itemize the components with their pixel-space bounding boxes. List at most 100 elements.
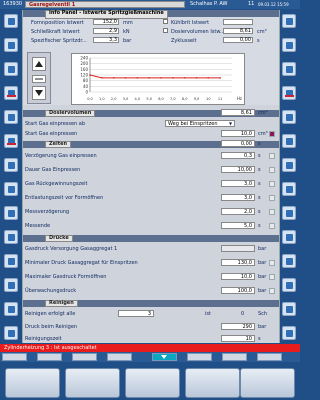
recipe-icon-button[interactable]: [282, 134, 296, 148]
function-key-4[interactable]: [107, 353, 132, 361]
cleaning-interval-input[interactable]: 3: [118, 310, 154, 317]
line-icon[interactable]: [32, 75, 46, 83]
alarm-status-bar[interactable]: Zylinderheizung 3 : Ist ausgeschaltet: [0, 344, 300, 352]
function-key-8[interactable]: [257, 353, 282, 361]
softkey-1[interactable]: [5, 368, 60, 398]
start-value-input[interactable]: 10,0: [221, 130, 255, 137]
info-checkbox[interactable]: [163, 28, 168, 33]
chevron-down-icon[interactable]: ▼: [229, 121, 232, 126]
network-icon-button[interactable]: [282, 230, 296, 244]
row-value-input[interactable]: 290: [221, 323, 255, 330]
info-checkbox[interactable]: [163, 19, 168, 24]
injection-icon-button[interactable]: [4, 86, 18, 100]
save-icon-button[interactable]: [282, 278, 296, 292]
row-label: Messende: [25, 223, 51, 229]
settings-icon-button[interactable]: [4, 302, 18, 316]
info-icon-button[interactable]: [282, 302, 296, 316]
status-flag: [269, 195, 275, 201]
quality-icon-button[interactable]: [4, 206, 18, 220]
x-tick-label: 4,0: [135, 97, 141, 101]
heating-icon-button[interactable]: [4, 110, 18, 124]
row-unit: s: [258, 195, 261, 201]
ist-value: 0: [241, 311, 245, 317]
row-value-input[interactable]: 0,3: [221, 152, 255, 159]
alarm-icon-button[interactable]: [282, 86, 296, 100]
row-label: Messverzögerung: [25, 209, 70, 215]
function-key-7[interactable]: [222, 353, 247, 361]
info-unit: kN: [123, 29, 130, 35]
info-cb-label: Kühlbrit Istwert: [171, 20, 210, 26]
softkey-5[interactable]: [240, 368, 295, 398]
x-tick-label: 2,0: [111, 97, 117, 101]
gas-profile-chart: 240 200 160 120 80 40 0 0,0 1,0 2,0 3,0 4,0 5,0 6,0 7,…: [71, 53, 245, 105]
log-icon-button[interactable]: [282, 182, 296, 196]
row-unit: Sch: [258, 311, 268, 317]
row-value-input[interactable]: 100,0: [221, 287, 255, 294]
row-label: Druck beim Reinigen: [25, 324, 78, 330]
page-icon-button[interactable]: [282, 62, 296, 76]
function-key-2[interactable]: [37, 353, 62, 361]
screw-icon-button[interactable]: [4, 158, 18, 172]
row-value-input[interactable]: 10,00: [221, 166, 255, 173]
x-unit-label: Hz: [237, 96, 242, 101]
softkey-3[interactable]: [125, 368, 180, 398]
trend-icon-button[interactable]: [282, 110, 296, 124]
row-label: Start Gas einpressen: [25, 131, 78, 137]
datetime: 09.03.12 15:59: [258, 2, 289, 7]
row-unit: s: [258, 167, 261, 173]
row-value-input[interactable]: 2,0: [221, 208, 255, 215]
user-icon-button[interactable]: [282, 206, 296, 220]
info-value: 3,3: [93, 37, 119, 43]
main-panel: Info Panel - Istwerte Spritzgießmaschine…: [22, 10, 280, 343]
overview-icon-button[interactable]: [282, 38, 296, 52]
help-icon-button[interactable]: [4, 326, 18, 340]
ejector-icon-button[interactable]: [4, 62, 18, 76]
production-icon-button[interactable]: [282, 158, 296, 172]
section-header-druecke: Drücke: [23, 235, 279, 242]
home-icon-button[interactable]: [282, 14, 296, 28]
arrow-down-icon[interactable]: [32, 86, 46, 100]
zeiten-unit: s: [258, 141, 261, 147]
zeiten-row: Dauer Gas Einpressen 10,00 s: [23, 165, 279, 175]
right-toolbar: [278, 10, 300, 345]
function-key-3[interactable]: [72, 353, 97, 361]
info-label: Schließkraft Istwert: [31, 29, 80, 35]
temperature-icon-button[interactable]: [4, 182, 18, 196]
info-cb-unit: cm³: [257, 29, 267, 35]
reinigen-row: Druck beim Reinigen 290 bar: [23, 322, 279, 332]
row-unit: s: [258, 336, 261, 342]
softkey-2[interactable]: [65, 368, 120, 398]
x-tick-label: 8,0: [182, 97, 188, 101]
zeiten-row: Entlastungszeit vor Formöffnen 3,0 s: [23, 193, 279, 203]
row-value-input[interactable]: 10,0: [221, 273, 255, 280]
robot-icon-button[interactable]: [4, 230, 18, 244]
row-value-input[interactable]: 3,0: [221, 180, 255, 187]
start-mode-select[interactable]: Weg bei Einspritzen: [165, 120, 235, 127]
function-key-5[interactable]: [152, 353, 177, 361]
function-key-6[interactable]: [187, 353, 212, 361]
arrow-up-icon[interactable]: [32, 57, 46, 71]
info-cb-label: Zyklusseit: [171, 38, 197, 44]
valve-icon-button[interactable]: [4, 254, 18, 268]
row-label: Reinigen erfolgt alle: [25, 311, 76, 317]
clamp-icon-button[interactable]: [4, 38, 18, 52]
section-header-reinigen: Reinigen: [23, 300, 279, 307]
mold-icon-button[interactable]: [4, 14, 18, 28]
softkey-4[interactable]: [185, 368, 240, 398]
alarm-message: Zylinderheizung 3 : Ist ausgeschaltet: [4, 345, 97, 351]
row-label: Verzögerung Gas einpressen: [25, 153, 97, 159]
x-tick-label: 0,0: [87, 97, 93, 101]
row-value-input[interactable]: 3,0: [221, 194, 255, 201]
x-tick-label: 10: [206, 97, 210, 101]
gas-icon-button[interactable]: [4, 134, 18, 148]
row-value-input[interactable]: 10: [221, 335, 255, 342]
row-value-input[interactable]: 130,0: [221, 259, 255, 266]
print-icon-button[interactable]: [282, 254, 296, 268]
function-key-1[interactable]: [2, 353, 27, 361]
status-flag: [269, 288, 275, 294]
screen-icon-button[interactable]: [282, 326, 296, 340]
row-unit: s: [258, 209, 261, 215]
cooling-icon-button[interactable]: [4, 278, 18, 292]
info-cb-value: [223, 19, 253, 25]
row-value-input[interactable]: 5,0: [221, 222, 255, 229]
